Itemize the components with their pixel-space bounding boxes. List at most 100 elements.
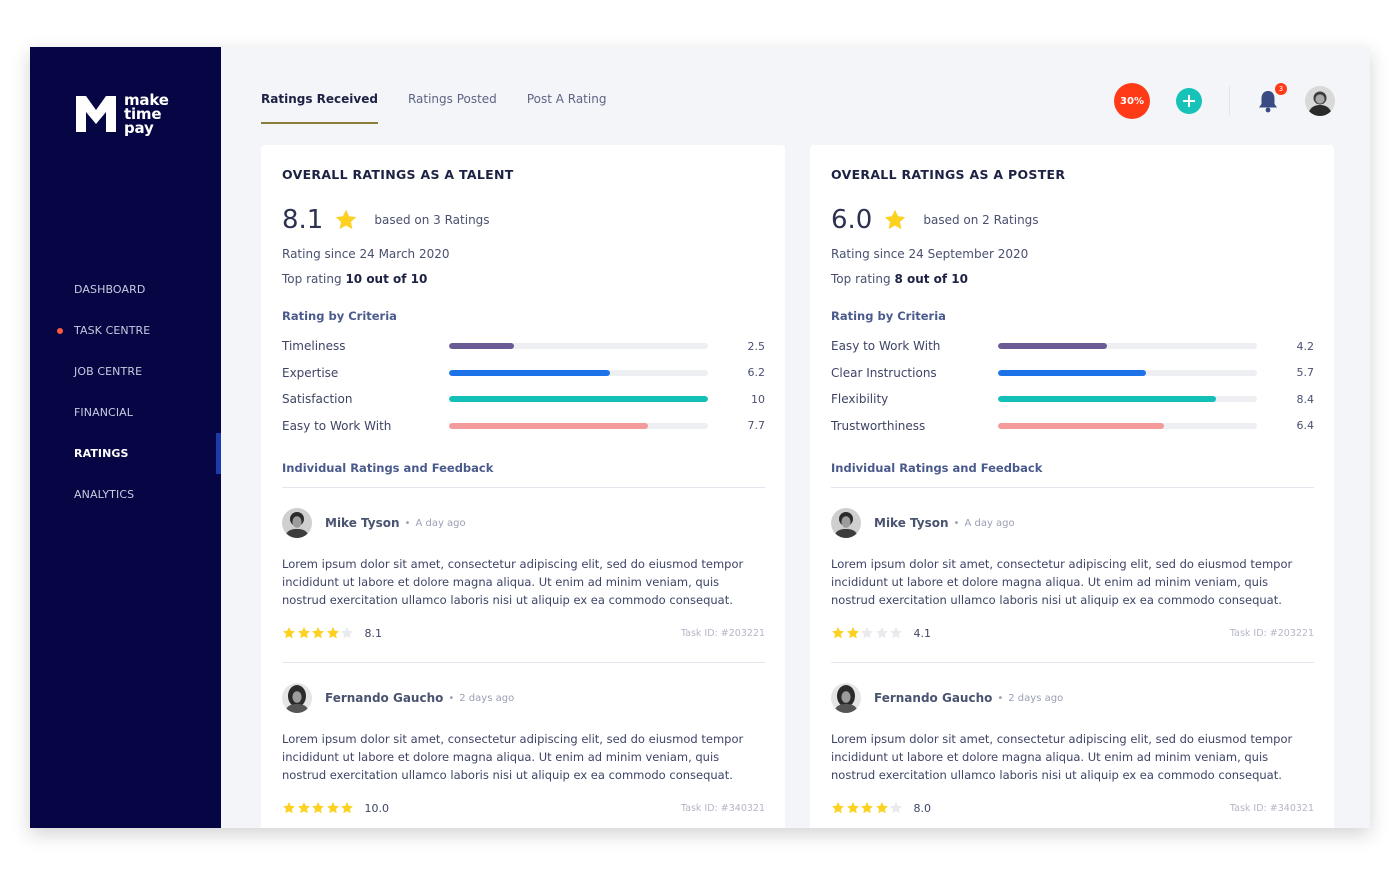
- criteria-value: 7.7: [747, 419, 766, 433]
- sidebar-item-job-centre[interactable]: JOB CENTRE: [30, 351, 221, 392]
- star-rating: [282, 801, 355, 815]
- criteria-value: 10: [751, 392, 765, 406]
- review-text: Lorem ipsum dolor sit amet, consectetur …: [282, 732, 744, 782]
- reviewer-avatar[interactable]: [831, 683, 861, 713]
- card-title: OVERALL RATINGS AS A TALENT: [282, 167, 514, 182]
- top-rating-text: Top rating 8 out of 10: [831, 272, 1314, 286]
- reviewer-avatar[interactable]: [282, 508, 312, 538]
- tab-post-a-rating[interactable]: Post A Rating: [527, 92, 607, 124]
- brand-logo[interactable]: make time pay: [74, 93, 169, 136]
- discount-badge[interactable]: 30%: [1114, 83, 1150, 119]
- ratings-count-text: based on 3 Ratings: [374, 213, 490, 227]
- criteria-name: Clear Instructions: [831, 365, 937, 380]
- criteria-bar-fill: [998, 343, 1107, 350]
- star-icon: [875, 802, 888, 814]
- criteria-name: Expertise: [282, 365, 339, 380]
- header-divider: [1229, 86, 1230, 116]
- review-footer: 4.1 Task ID: #203221: [831, 626, 1314, 640]
- star-icon: [890, 802, 902, 814]
- criteria-value: 5.7: [1296, 366, 1315, 380]
- star-icon: [885, 209, 906, 230]
- header-actions: 30% 3: [1114, 83, 1335, 119]
- individual-ratings-title: Individual Ratings and Feedback: [282, 461, 765, 488]
- nav-indicator-dot: [57, 328, 63, 334]
- overall-score: 6.0: [831, 205, 873, 235]
- star-rating: [282, 626, 355, 640]
- criteria-value: 2.5: [747, 339, 766, 353]
- sidebar-item-financial[interactable]: FINANCIAL: [30, 392, 221, 433]
- reviewer-name[interactable]: Mike Tyson: [874, 516, 949, 530]
- criteria-value: 4.2: [1296, 339, 1315, 353]
- criteria-name: Trustworthiness: [831, 418, 926, 433]
- star-icon: [326, 802, 339, 814]
- reviewer-photo-icon: [831, 683, 861, 713]
- notifications-button[interactable]: 3: [1257, 83, 1287, 113]
- review-header: Fernando Gaucho • 2 days ago: [282, 683, 765, 713]
- criteria-name: Timeliness: [282, 339, 346, 354]
- reviewer-avatar[interactable]: [282, 683, 312, 713]
- criteria-bar-track: [449, 343, 708, 350]
- criteria-row: Expertise 6.2: [282, 360, 765, 387]
- top-rating-prefix: Top rating: [282, 272, 346, 286]
- review-score: 4.1: [913, 626, 932, 640]
- top-rating-value: 10 out of 10: [345, 272, 428, 286]
- review-text: Lorem ipsum dolor sit amet, consectetur …: [831, 732, 1293, 782]
- sidebar-item-ratings[interactable]: RATINGS: [30, 433, 221, 474]
- review-time: 2 days ago: [459, 692, 515, 704]
- tab-ratings-received[interactable]: Ratings Received: [261, 92, 378, 124]
- overall-score-row: 8.1 based on 3 Ratings: [282, 204, 765, 236]
- criteria-bar-track: [449, 396, 708, 403]
- ratings-tabs: Ratings Received Ratings Posted Post A Rat…: [261, 92, 636, 124]
- review-time: 2 days ago: [1008, 692, 1064, 704]
- sidebar-item-dashboard[interactable]: DASHBOARD: [30, 269, 221, 310]
- criteria-row: Easy to Work With 4.2: [831, 333, 1314, 360]
- criteria-section-title: Rating by Criteria: [831, 309, 946, 323]
- star-icon: [283, 802, 295, 814]
- criteria-name: Flexibility: [831, 392, 889, 407]
- criteria-bar-track: [449, 369, 708, 376]
- star-icon: [336, 209, 357, 230]
- task-id: Task ID: #340321: [680, 802, 765, 814]
- sidebar-item-label: FINANCIAL: [74, 406, 134, 419]
- tab-ratings-posted[interactable]: Ratings Posted: [408, 92, 497, 124]
- card-title: OVERALL RATINGS AS A POSTER: [831, 167, 1066, 182]
- criteria-bar-fill: [998, 369, 1146, 376]
- review-text: Lorem ipsum dolor sit amet, consectetur …: [831, 557, 1293, 607]
- criteria-bar-fill: [449, 343, 514, 350]
- sidebar-item-task-centre[interactable]: TASK CENTRE: [30, 310, 221, 351]
- criteria-bar-track: [998, 369, 1257, 376]
- talent-ratings-card: OVERALL RATINGS AS A TALENT 8.1 based on 3…: [261, 145, 785, 828]
- criteria-row: Flexibility 8.4: [831, 386, 1314, 413]
- criteria-name: Easy to Work With: [282, 418, 392, 433]
- reviewer-name[interactable]: Mike Tyson: [325, 516, 400, 530]
- criteria-value: 6.2: [747, 366, 766, 380]
- plus-icon: [1183, 95, 1195, 107]
- star-icon: [832, 802, 844, 814]
- overall-score-row: 6.0 based on 2 Ratings: [831, 204, 1314, 236]
- add-button[interactable]: [1176, 88, 1202, 114]
- criteria-section-title: Rating by Criteria: [282, 309, 397, 323]
- review-header: Fernando Gaucho • 2 days ago: [831, 683, 1314, 713]
- logo-text: make time pay: [124, 93, 169, 136]
- individual-ratings-title: Individual Ratings and Feedback: [831, 461, 1314, 488]
- star-icon: [326, 627, 339, 639]
- reviewer-photo-icon: [282, 683, 312, 713]
- criteria-row: Easy to Work With 7.7: [282, 413, 765, 440]
- review-item: Mike Tyson • A day ago Lorem ipsum dolor si…: [282, 488, 765, 663]
- star-icon: [297, 627, 310, 639]
- user-avatar[interactable]: [1305, 86, 1335, 116]
- reviewer-photo-icon: [831, 508, 861, 538]
- review-time: A day ago: [964, 517, 1015, 529]
- sidebar-item-analytics[interactable]: ANALYTICS: [30, 474, 221, 515]
- ratings-count-text: based on 2 Ratings: [923, 213, 1039, 227]
- review-header: Mike Tyson • A day ago: [282, 508, 765, 538]
- poster-ratings-card: OVERALL RATINGS AS A POSTER 6.0 based on 2…: [810, 145, 1334, 828]
- star-icon: [312, 627, 324, 639]
- reviewer-name[interactable]: Fernando Gaucho: [325, 691, 443, 705]
- criteria-bar-fill: [449, 422, 649, 429]
- reviewer-avatar[interactable]: [831, 508, 861, 538]
- criteria-value: 6.4: [1296, 419, 1315, 433]
- reviewer-name[interactable]: Fernando Gaucho: [874, 691, 992, 705]
- criteria-list: Easy to Work With 4.2 Clear Instructions 5.…: [831, 333, 1314, 439]
- reviewer-photo-icon: [282, 508, 312, 538]
